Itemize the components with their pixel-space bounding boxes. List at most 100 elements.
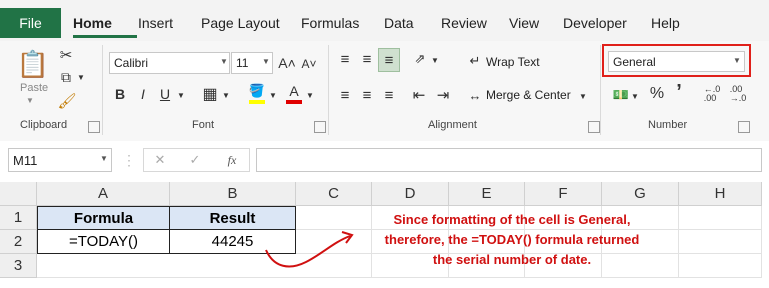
tab-page-layout[interactable]: Page Layout (201, 8, 280, 38)
wrap-text-button[interactable]: Wrap Text (486, 55, 540, 69)
decrease-indent-icon[interactable]: ⇤ (410, 86, 428, 104)
group-separator (600, 45, 601, 135)
cell-a1[interactable]: Formula (37, 206, 170, 230)
column-header-d[interactable]: D (372, 182, 449, 206)
font-color-dropdown-icon[interactable]: ▼ (305, 88, 315, 102)
font-name-box[interactable]: Calibri (109, 52, 230, 74)
tab-home[interactable]: Home (73, 8, 112, 38)
tab-insert[interactable]: Insert (138, 8, 173, 38)
column-header-g[interactable]: G (602, 182, 679, 206)
font-group-label: Font (192, 119, 215, 131)
tab-formulas[interactable]: Formulas (301, 8, 359, 38)
shrink-font-icon[interactable]: A˅ (300, 55, 318, 73)
annotation-line-1: Since formatting of the cell is General, (393, 212, 631, 227)
formula-input[interactable] (256, 148, 762, 172)
borders-icon[interactable]: ▦ (201, 84, 219, 104)
insert-function-icon[interactable]: fx (223, 151, 241, 169)
format-painter-icon[interactable]: 🖌 (57, 92, 76, 110)
paste-button[interactable]: Paste (20, 82, 48, 94)
align-center-icon[interactable]: ≡ (358, 86, 376, 104)
number-format-dropdown-icon[interactable]: ▼ (733, 56, 741, 65)
clipboard-group-label: Clipboard (20, 119, 68, 131)
row-header-3[interactable]: 3 (0, 254, 37, 278)
group-separator (102, 45, 103, 135)
font-name-dropdown-icon[interactable]: ▼ (220, 57, 228, 66)
column-header-a[interactable]: A (37, 182, 170, 206)
gridline (761, 206, 762, 278)
percent-style-button[interactable]: % (648, 84, 666, 104)
merge-center-icon[interactable]: ↔ (467, 87, 483, 103)
fill-color-dropdown-icon[interactable]: ▼ (268, 88, 278, 102)
row-header-1[interactable]: 1 (0, 206, 37, 230)
font-color-button[interactable]: A (285, 83, 303, 105)
bold-button[interactable]: B (112, 84, 128, 104)
cell-a2[interactable]: =TODAY() (37, 229, 170, 254)
name-box[interactable]: M11 (8, 148, 112, 172)
increase-decimal-icon[interactable]: ←.0.00 (702, 84, 722, 104)
resize-dots-icon[interactable]: ⋮ (122, 152, 136, 169)
row-header-2[interactable]: 2 (0, 230, 37, 254)
underline-button[interactable]: U (157, 84, 173, 104)
tab-view[interactable]: View (509, 8, 539, 38)
annotation-line-2: therefore, the =TODAY() formula returned (384, 232, 640, 247)
alignment-launcher-icon[interactable] (588, 121, 600, 133)
tab-data[interactable]: Data (384, 8, 414, 38)
tab-developer[interactable]: Developer (563, 8, 627, 38)
cut-icon[interactable]: ✂ (58, 47, 74, 64)
font-color-swatch (286, 100, 302, 104)
align-top-icon[interactable]: ≡ (336, 50, 354, 68)
wrap-text-icon[interactable]: ↵ (467, 52, 483, 70)
tab-review[interactable]: Review (441, 8, 487, 38)
increase-indent-icon[interactable]: ⇥ (434, 86, 452, 104)
font-color-letter: A (289, 83, 299, 99)
number-group-label: Number (648, 119, 688, 131)
italic-button[interactable]: I (135, 84, 151, 104)
decrease-decimal-icon[interactable]: .00 →.0 (728, 84, 748, 104)
copy-icon[interactable]: ⧉ (58, 69, 74, 85)
number-format-value: General (613, 54, 656, 69)
grow-font-icon[interactable]: A˄ (278, 53, 296, 73)
tab-file[interactable]: File (0, 8, 61, 38)
column-header-h[interactable]: H (679, 182, 762, 206)
underline-dropdown-icon[interactable]: ▼ (176, 88, 186, 102)
align-left-icon[interactable]: ≡ (336, 86, 354, 104)
align-right-icon[interactable]: ≡ (380, 86, 398, 104)
align-bottom-icon[interactable]: ≡ (378, 48, 400, 72)
number-launcher-icon[interactable] (738, 121, 750, 133)
accounting-dropdown-icon[interactable]: ▼ (630, 90, 640, 102)
merge-dropdown-icon[interactable]: ▼ (578, 90, 588, 102)
column-header-e[interactable]: E (449, 182, 525, 206)
active-tab-indicator (73, 35, 137, 38)
orientation-icon[interactable]: ⇗ (410, 50, 430, 68)
orientation-dropdown-icon[interactable]: ▼ (430, 54, 440, 66)
font-size-dropdown-icon[interactable]: ▼ (262, 57, 270, 66)
fill-bucket-icon: 🪣 (248, 83, 266, 98)
select-all-corner[interactable] (0, 182, 37, 206)
alignment-group-label: Alignment (428, 119, 477, 131)
borders-dropdown-icon[interactable]: ▼ (221, 88, 231, 102)
column-header-f[interactable]: F (525, 182, 602, 206)
annotation-arrow (265, 231, 354, 268)
enter-icon[interactable]: ✓ (187, 151, 203, 169)
name-box-value: M11 (13, 152, 38, 168)
annotation-line-3: the serial number of date. (432, 252, 592, 267)
tab-help[interactable]: Help (651, 8, 680, 38)
number-format-box[interactable]: General (608, 51, 745, 72)
copy-dropdown-icon[interactable]: ▼ (76, 69, 86, 85)
font-name-value: Calibri (114, 56, 149, 70)
column-header-c[interactable]: C (296, 182, 372, 206)
group-separator (328, 45, 329, 135)
clipboard-icon[interactable]: 📋 (17, 48, 49, 80)
font-launcher-icon[interactable] (314, 121, 326, 133)
column-header-b[interactable]: B (170, 182, 296, 206)
merge-center-button[interactable]: Merge & Center (486, 88, 571, 102)
paste-dropdown-icon[interactable]: ▼ (26, 96, 34, 105)
clipboard-launcher-icon[interactable] (88, 121, 100, 133)
name-box-dropdown-icon[interactable]: ▼ (100, 154, 108, 163)
cell-b1[interactable]: Result (169, 206, 296, 230)
fill-color-button[interactable]: 🪣 (248, 83, 266, 105)
comma-style-button[interactable]: ’ (672, 81, 686, 103)
align-middle-icon[interactable]: ≡ (358, 50, 376, 68)
cancel-icon[interactable]: ✕ (152, 151, 168, 169)
accounting-format-icon[interactable]: 💵 (612, 86, 630, 104)
